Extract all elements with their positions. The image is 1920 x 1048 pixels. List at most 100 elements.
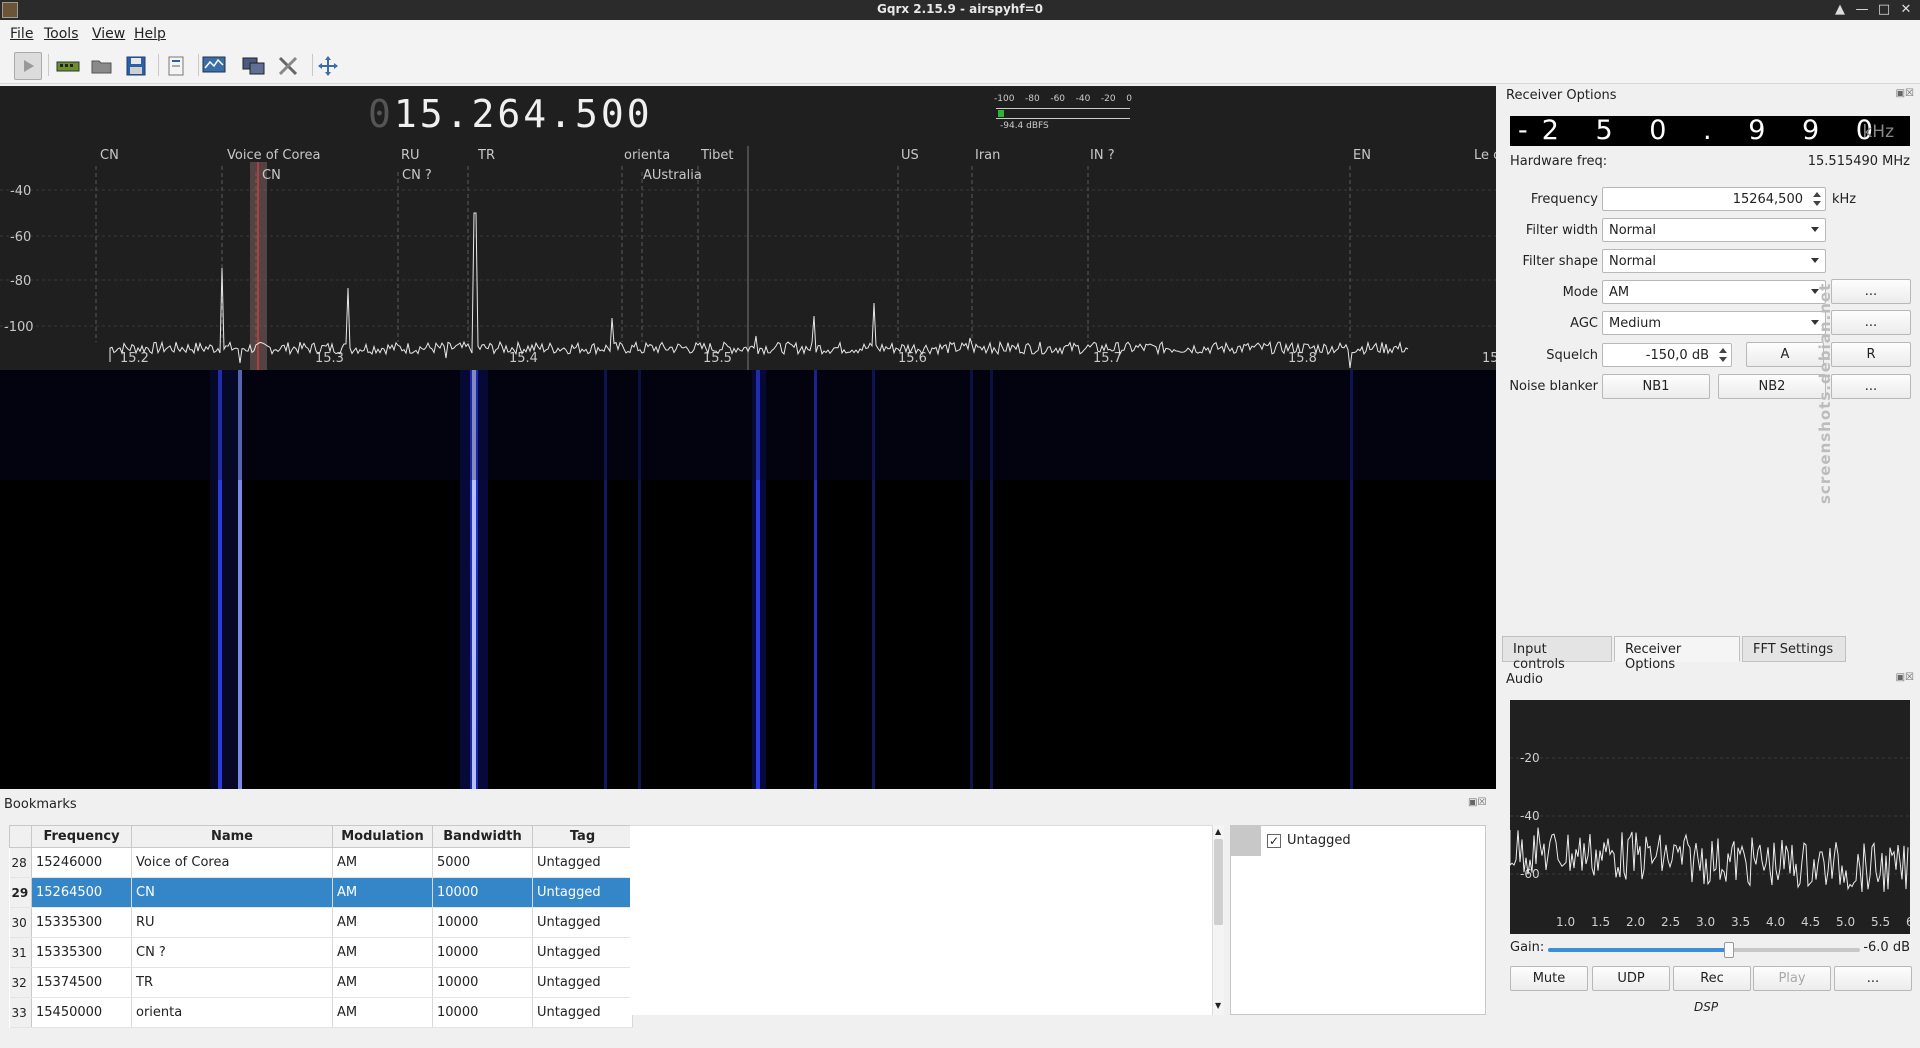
table-row[interactable]: 31 15335300 CN ? AM 10000 Untagged: [9, 937, 633, 968]
agc-select[interactable]: Medium: [1602, 311, 1826, 335]
column-frequency[interactable]: Frequency: [31, 825, 132, 848]
column-modulation[interactable]: Modulation: [332, 825, 433, 848]
tools-icon[interactable]: [274, 52, 302, 80]
squelch-reset-button[interactable]: R: [1831, 342, 1911, 367]
frequency-spinbox[interactable]: 15264,500: [1602, 187, 1826, 211]
spin-up-icon[interactable]: [1813, 192, 1821, 197]
frequency-readout[interactable]: 015.264.500: [368, 92, 653, 136]
cell-modulation: AM: [332, 937, 433, 968]
tab-input-controls[interactable]: Input controls: [1502, 636, 1612, 672]
gain-value: -6.0 dB: [1863, 940, 1910, 955]
mute-button[interactable]: Mute: [1510, 966, 1588, 991]
tab-receiver-options[interactable]: Receiver Options: [1614, 636, 1740, 672]
audio-x-tick: 5.5: [1871, 915, 1890, 929]
filter-shape-select[interactable]: Normal: [1602, 249, 1826, 273]
column-name[interactable]: Name: [131, 825, 333, 848]
dock-buttons[interactable]: ▣☒: [1468, 797, 1486, 808]
tag-label: Untagged: [1287, 833, 1351, 848]
bookmark-icon[interactable]: [162, 52, 190, 80]
cell-name: CN: [131, 877, 333, 908]
bm-label-cn: CN: [100, 148, 119, 163]
offset-unit: kHz: [1862, 122, 1894, 142]
waterfall-canvas[interactable]: [0, 370, 1496, 789]
meter-tick: -40: [1075, 94, 1091, 104]
rec-button[interactable]: Rec: [1673, 966, 1751, 991]
dock-buttons[interactable]: ▣☒: [1896, 88, 1914, 99]
cell-modulation: AM: [332, 997, 433, 1028]
cell-bandwidth: 10000: [432, 877, 533, 908]
udp-button[interactable]: UDP: [1592, 966, 1670, 991]
spin-down-icon[interactable]: [1813, 201, 1821, 206]
close-button[interactable]: ✕: [1896, 1, 1916, 19]
scroll-thumb[interactable]: [1214, 839, 1223, 925]
gain-label: Gain:: [1510, 940, 1545, 955]
filter-width-select[interactable]: Normal: [1602, 218, 1826, 242]
hardware-icon[interactable]: [54, 52, 82, 80]
audio-x-tick: 2.5: [1661, 915, 1680, 929]
menu-tools[interactable]: Tools: [44, 26, 79, 42]
audio-options-button[interactable]: ...: [1834, 966, 1912, 991]
offset-lcd[interactable]: -2 5 0 . 9 9 0 kHz: [1510, 115, 1910, 146]
audio-x-tick: 4.0: [1766, 915, 1785, 929]
spectrum-plot[interactable]: CN Voice of Corea RU TR orienta Tibet US…: [0, 86, 1500, 370]
mode-options-button[interactable]: ...: [1831, 279, 1911, 304]
bm-label-orienta: orienta: [624, 148, 670, 163]
cell-name: TR: [131, 967, 333, 998]
receiver-panel-title: Receiver Options: [1506, 88, 1617, 103]
noise-options-button[interactable]: ...: [1831, 374, 1911, 399]
gain-handle[interactable]: [1723, 942, 1734, 958]
row-number: 29: [9, 877, 32, 908]
cell-name: CN ?: [131, 937, 333, 968]
freq-tick: 15.7: [1093, 351, 1122, 366]
dock-buttons[interactable]: ▣☒: [1896, 672, 1914, 683]
network-icon[interactable]: [240, 52, 268, 80]
mode-select[interactable]: AM: [1602, 280, 1826, 304]
scroll-down-icon[interactable]: ▼: [1215, 1001, 1221, 1010]
fullscreen-icon[interactable]: [314, 52, 342, 80]
scroll-up-icon[interactable]: ▲: [1215, 827, 1221, 836]
open-icon[interactable]: [88, 52, 116, 80]
menu-file[interactable]: File: [10, 26, 33, 42]
meter-tick: -80: [1025, 94, 1040, 104]
tag-checkbox[interactable]: ✓: [1267, 834, 1281, 848]
meter-level: -94.4 dBFS: [1000, 121, 1049, 131]
window-shade-button[interactable]: ▲: [1830, 1, 1850, 19]
spin-up-icon[interactable]: [1719, 348, 1727, 353]
table-row[interactable]: 29 15264500 CN AM 10000 Untagged: [9, 877, 633, 908]
gain-slider[interactable]: [1548, 942, 1860, 958]
waterfall[interactable]: [0, 370, 1496, 789]
audio-title: Audio: [1506, 672, 1543, 687]
table-row[interactable]: 33 15450000 orienta AM 10000 Untagged: [9, 997, 633, 1028]
column-bandwidth[interactable]: Bandwidth: [432, 825, 533, 848]
cell-tag: Untagged: [532, 937, 633, 968]
meter-bar: [998, 110, 1004, 117]
menu-view[interactable]: View: [92, 26, 125, 42]
save-icon[interactable]: [122, 52, 150, 80]
menu-help[interactable]: Help: [134, 26, 166, 42]
toolbar: [0, 46, 1920, 84]
minimize-button[interactable]: —: [1852, 1, 1872, 19]
maximize-button[interactable]: □: [1874, 1, 1894, 19]
audio-x-tick: 5.0: [1836, 915, 1855, 929]
nb1-button[interactable]: NB1: [1602, 374, 1710, 399]
table-row[interactable]: 28 15246000 Voice of Corea AM 5000 Untagged: [9, 847, 633, 878]
squelch-auto-button[interactable]: A: [1746, 342, 1824, 367]
bookmarks-table[interactable]: Frequency Name Modulation Bandwidth Tag …: [9, 825, 633, 1028]
play-button[interactable]: Play: [1753, 966, 1831, 991]
spectrum-canvas[interactable]: CN Voice of Corea RU TR orienta Tibet US…: [0, 86, 1500, 370]
filter-shape-label: Filter shape: [1522, 254, 1598, 269]
frequency-digits: 15.264.500: [393, 92, 653, 136]
spin-down-icon[interactable]: [1719, 357, 1727, 362]
nb2-button[interactable]: NB2: [1718, 374, 1826, 399]
tab-fft-settings[interactable]: FFT Settings: [1742, 636, 1846, 662]
agc-options-button[interactable]: ...: [1831, 310, 1911, 335]
table-row[interactable]: 30 15335300 RU AM 10000 Untagged: [9, 907, 633, 938]
cell-name: orienta: [131, 997, 333, 1028]
squelch-spinbox[interactable]: -150,0 dB: [1602, 343, 1732, 367]
play-icon[interactable]: [14, 52, 42, 80]
audio-fft-plot[interactable]: -20 -40 -60 1.0 1.5 2.0 2.5 3.0 3.5 4.0 4.5 5.0 5…: [1509, 700, 1914, 934]
display-icon[interactable]: [200, 52, 228, 80]
column-tag[interactable]: Tag: [532, 825, 633, 848]
bookmarks-scrollbar[interactable]: ▲ ▼: [1212, 825, 1224, 1015]
table-row[interactable]: 32 15374500 TR AM 10000 Untagged: [9, 967, 633, 998]
